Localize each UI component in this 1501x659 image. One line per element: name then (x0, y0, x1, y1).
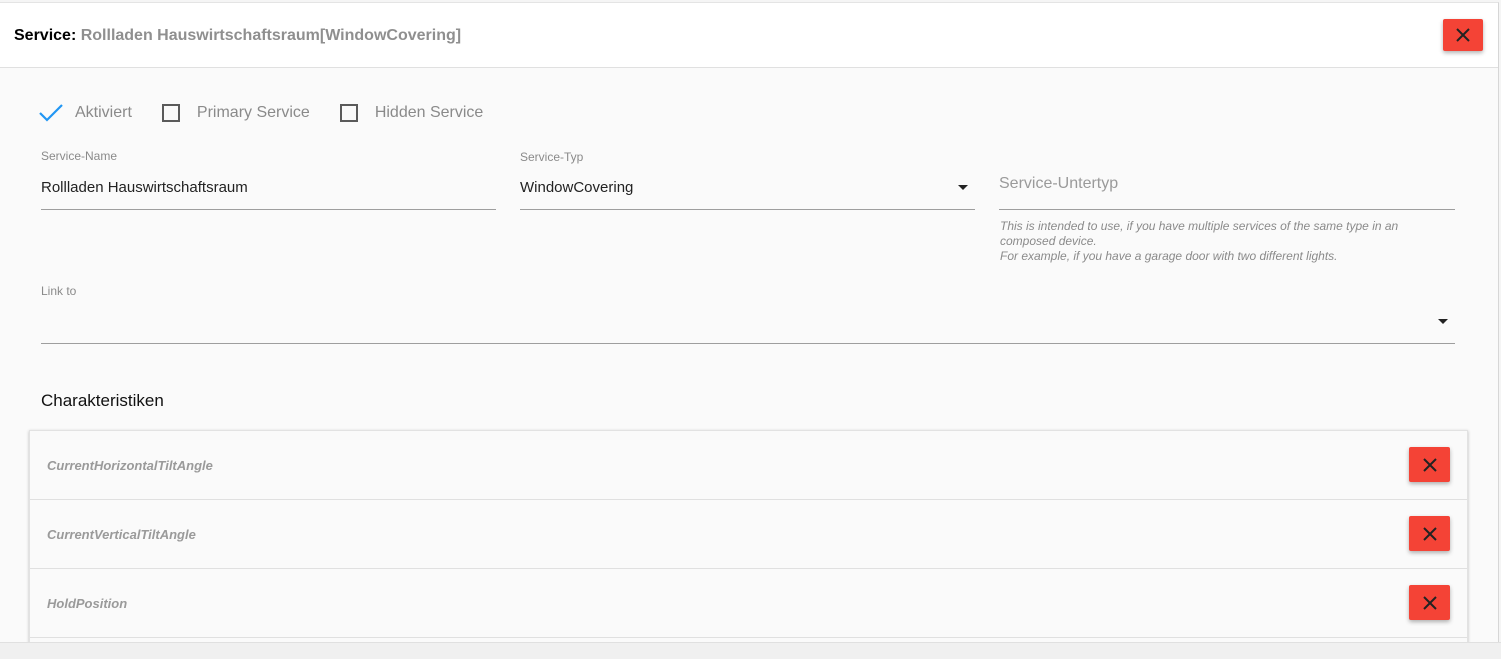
service-name-label: Service-Name (41, 149, 118, 163)
characteristics-list: CurrentHorizontalTiltAngle CurrentVertic… (29, 430, 1468, 657)
characteristic-row: CurrentVerticalTiltAngle (30, 500, 1467, 569)
dialog-title: Service: Rollladen Hauswirtschaftsraum[W… (14, 27, 461, 45)
link-to-select[interactable] (41, 313, 1431, 333)
characteristics-title: Charakteristiken (41, 391, 164, 410)
checkbox-activated-label: Aktiviert (75, 104, 132, 121)
close-icon (1422, 526, 1437, 541)
service-label: Service: (14, 27, 77, 44)
close-dialog-button[interactable] (1443, 19, 1483, 51)
hint-line: composed device. (1000, 234, 1097, 248)
service-type-select[interactable]: WindowCovering (520, 179, 633, 196)
service-subtype-underline (999, 209, 1455, 210)
remove-characteristic-button[interactable] (1409, 585, 1450, 620)
hint-line: For example, if you have a garage door w… (1000, 249, 1338, 263)
service-name-input[interactable]: Rollladen Hauswirtschaftsraum (41, 179, 248, 196)
dialog-header: Service: Rollladen Hauswirtschaftsraum[W… (0, 3, 1498, 68)
service-options: Aktiviert Primary Service Hidden Service (38, 103, 513, 123)
caret-down-icon[interactable] (958, 185, 968, 190)
bottom-bar (0, 642, 1501, 659)
close-icon (1422, 595, 1437, 610)
service-type-label: Service-Typ (520, 150, 584, 164)
link-to-label: Link to (41, 284, 77, 298)
checkbox-box[interactable] (339, 104, 358, 122)
service-title-name: Rollladen Hauswirtschaftsraum[WindowCove… (80, 27, 462, 44)
checkbox-primary-service[interactable]: Primary Service (161, 104, 310, 122)
characteristic-name: HoldPosition (47, 596, 128, 611)
close-icon (1456, 28, 1470, 42)
checkbox-hidden-service[interactable]: Hidden Service (339, 104, 484, 122)
link-to-underline (41, 343, 1455, 344)
caret-down-icon[interactable] (1438, 319, 1448, 324)
hint-line: This is intended to use, if you have mul… (1000, 219, 1399, 233)
service-subtype-input[interactable]: Service-Untertyp (999, 175, 1118, 193)
characteristic-name: CurrentVerticalTiltAngle (47, 527, 196, 542)
characteristic-row: HoldPosition (30, 569, 1467, 638)
service-subtype-hint: This is intended to use, if you have mul… (1000, 219, 1398, 264)
service-dialog: Service: Rollladen Hauswirtschaftsraum[W… (0, 2, 1499, 657)
close-icon (1422, 457, 1437, 472)
service-name-underline (41, 209, 496, 210)
remove-characteristic-button[interactable] (1409, 447, 1450, 482)
characteristic-name: CurrentHorizontalTiltAngle (47, 458, 213, 473)
check-icon (39, 104, 63, 122)
remove-characteristic-button[interactable] (1409, 516, 1450, 551)
service-type-underline (520, 209, 975, 210)
checkbox-box[interactable] (161, 104, 180, 122)
characteristic-row: CurrentHorizontalTiltAngle (30, 431, 1467, 500)
checkbox-hidden-service-label: Hidden Service (374, 104, 484, 121)
checkbox-primary-service-label: Primary Service (196, 104, 310, 121)
checkbox-activated[interactable]: Aktiviert (38, 103, 132, 123)
